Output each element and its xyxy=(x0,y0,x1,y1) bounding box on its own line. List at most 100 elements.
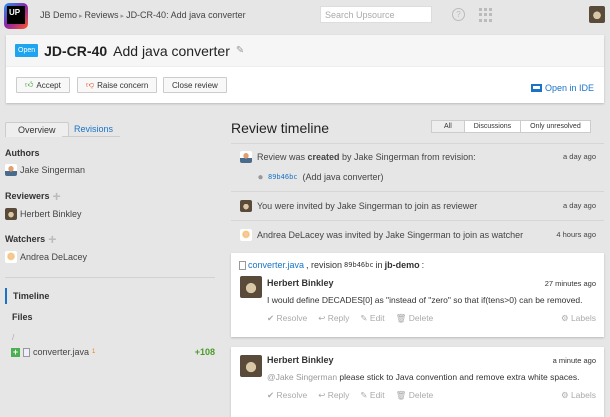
author-item[interactable]: Jake Singerman xyxy=(5,164,85,176)
delete-button[interactable]: 🗑︎ Delete xyxy=(396,390,434,401)
timeline-event: Review was created by Jake Singerman fro… xyxy=(231,143,604,191)
breadcrumb-current: JD-CR-40: Add java converter xyxy=(126,10,246,20)
watchers-label: Watchers xyxy=(5,234,46,244)
reply-button[interactable]: ↩ Reply xyxy=(318,313,349,324)
add-reviewer-plus-icon[interactable]: + xyxy=(53,189,61,203)
open-in-ide-link[interactable]: Open in IDE xyxy=(530,83,594,93)
search-input[interactable]: Search Upsource xyxy=(320,6,432,23)
comment-time: a minute ago xyxy=(552,356,596,365)
author-name: Jake Singerman xyxy=(20,165,86,175)
accept-label: Accept xyxy=(36,80,61,90)
added-file-icon: + xyxy=(11,346,20,357)
comment-text: @Jake Singerman please stick to Java con… xyxy=(267,372,580,382)
monitor-icon xyxy=(530,84,542,92)
java-file-icon xyxy=(23,347,30,357)
filter-discussions[interactable]: Discussions xyxy=(463,121,520,132)
upsource-logo[interactable]: UP xyxy=(4,3,28,29)
labels-button[interactable]: ⚙ Labels xyxy=(561,313,596,324)
revision-link[interactable]: 89b46bc xyxy=(268,173,298,181)
watcher-item[interactable]: Andrea DeLacey xyxy=(5,251,87,263)
edit-pencil-icon[interactable]: ✎ xyxy=(236,45,244,56)
comment-actions: ✔ Resolve ↩ Reply ✎ Edit 🗑︎ Delete xyxy=(267,313,433,324)
help-icon[interactable]: ? xyxy=(452,8,465,21)
labels-button[interactable]: ⚙ Labels xyxy=(561,390,596,401)
close-review-button[interactable]: Close review xyxy=(163,77,227,93)
review-title: Add java converter xyxy=(113,42,230,59)
event-text: Andrea DeLacey was invited by Jake Singe… xyxy=(257,230,524,240)
filter-all[interactable]: All xyxy=(432,121,464,132)
comment-actions: ✔ Resolve ↩ Reply ✎ Edit 🗑︎ Delete xyxy=(267,390,433,401)
divider xyxy=(5,277,215,278)
event-time: 4 hours ago xyxy=(556,230,596,239)
event-time: a day ago xyxy=(563,152,596,161)
user-avatar[interactable] xyxy=(589,6,605,23)
file-name: converter.java xyxy=(33,347,90,357)
reviewers-heading: Reviewers + xyxy=(5,189,61,203)
timeline-event: Andrea DeLacey was invited by Jake Singe… xyxy=(231,220,604,250)
project-name[interactable]: jb-demo xyxy=(385,260,420,270)
avatar xyxy=(5,208,17,220)
avatar xyxy=(240,276,262,298)
edit-button[interactable]: ✎ Edit xyxy=(360,313,384,324)
watchers-heading: Watchers + xyxy=(5,232,56,246)
breadcrumb-reviews[interactable]: Reviews xyxy=(85,10,119,20)
file-link[interactable]: converter.java xyxy=(248,260,304,270)
event-time: a day ago xyxy=(563,201,596,210)
filter-only-unresolved[interactable]: Only unresolved xyxy=(520,121,590,132)
review-header-card: Open JD-CR-40 Add java converter ✎ 👍︎ Acc… xyxy=(6,35,604,103)
event-text: Review was created by Jake Singerman fro… xyxy=(257,152,476,162)
comment-author: Herbert Binkley xyxy=(267,278,334,288)
resolve-button[interactable]: ✔ Resolve xyxy=(267,390,307,401)
file-icon xyxy=(239,260,246,270)
avatar xyxy=(240,355,262,377)
mention-link[interactable]: @Jake Singerman xyxy=(267,372,337,382)
accept-button[interactable]: 👍︎ Accept xyxy=(16,77,70,93)
discussion-location: converter.java, revision 89b46bc in jb-d… xyxy=(239,260,424,270)
status-badge: Open xyxy=(15,44,39,57)
reviewer-item[interactable]: Herbert Binkley xyxy=(5,208,82,220)
avatar xyxy=(240,200,252,212)
add-watcher-plus-icon[interactable]: + xyxy=(48,232,56,246)
delete-button[interactable]: 🗑︎ Delete xyxy=(396,313,434,324)
resolve-button[interactable]: ✔ Resolve xyxy=(267,313,307,324)
review-id: JD-CR-40 xyxy=(44,42,108,59)
avatar xyxy=(240,151,252,163)
raise-concern-button[interactable]: 👎︎ Raise concern xyxy=(77,77,158,93)
watcher-name: Andrea DeLacey xyxy=(20,252,88,262)
directory-path: / xyxy=(12,333,15,342)
timeline-event: You were invited by Jake Singerman to jo… xyxy=(231,191,604,220)
breadcrumb: JB Demo ▸ Reviews ▸ JD-CR-40: Add java conve… xyxy=(40,10,246,20)
edit-button[interactable]: ✎ Edit xyxy=(360,390,384,401)
open-in-ide-label: Open in IDE xyxy=(544,83,594,93)
logo-text: UP xyxy=(7,6,25,24)
revision-message: (Add java converter) xyxy=(302,172,384,182)
thumbs-down-icon: 👎︎ xyxy=(86,80,95,89)
file-item[interactable]: + converter.java 1 +108 xyxy=(11,347,215,357)
timeline-filter: All Discussions Only unresolved xyxy=(431,120,591,133)
avatar xyxy=(5,251,17,263)
discussion-card: converter.java, revision 89b46bc in jb-d… xyxy=(231,253,604,337)
breadcrumb-jb-demo[interactable]: JB Demo xyxy=(40,10,77,20)
reply-button[interactable]: ↩ Reply xyxy=(318,390,349,401)
comment-author: Herbert Binkley xyxy=(267,355,334,365)
avatar xyxy=(5,164,17,176)
thumbs-up-icon: 👍︎ xyxy=(25,80,34,89)
reviewer-name: Herbert Binkley xyxy=(20,209,82,219)
reviewers-label: Reviewers xyxy=(5,191,50,201)
commit-icon: ⦁ xyxy=(258,171,263,183)
timeline-title: Review timeline xyxy=(231,120,330,136)
raise-concern-label: Raise concern xyxy=(97,80,149,90)
nav-timeline[interactable]: Timeline xyxy=(5,288,49,304)
tab-overview[interactable]: Overview xyxy=(5,122,69,137)
file-added-lines: +108 xyxy=(194,347,215,357)
revision-id[interactable]: 89b46bc xyxy=(344,261,374,269)
file-comment-badge: 1 xyxy=(92,349,96,355)
event-text: You were invited by Jake Singerman to jo… xyxy=(257,201,478,211)
nav-files[interactable]: Files xyxy=(12,312,33,322)
comment-text: I would define DECADES[0] as "instead of… xyxy=(267,295,583,305)
close-review-label: Close review xyxy=(172,80,218,90)
authors-heading: Authors xyxy=(5,148,40,158)
tab-revisions[interactable]: Revisions xyxy=(62,122,120,137)
apps-grid-icon[interactable] xyxy=(479,8,493,22)
comment-time: 27 minutes ago xyxy=(544,279,596,288)
